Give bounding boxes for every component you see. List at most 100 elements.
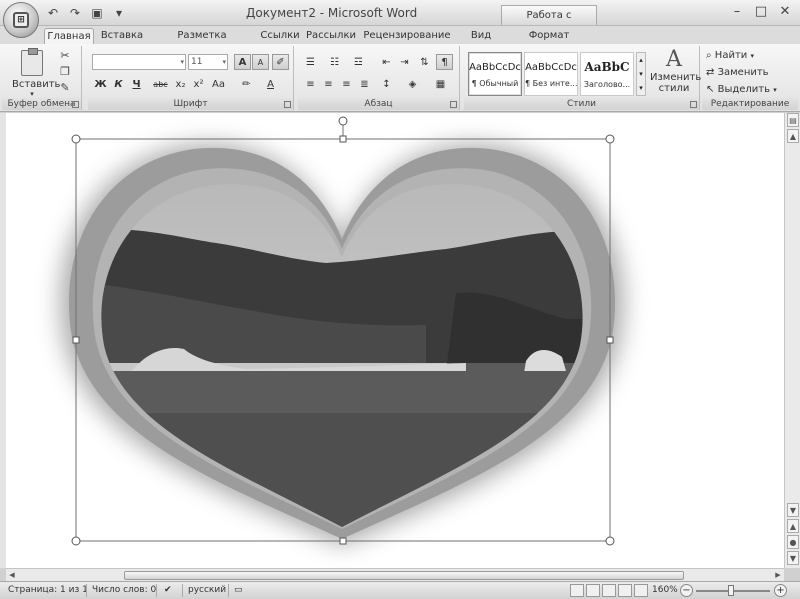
select-browse-object-icon[interactable]: ●: [787, 535, 799, 549]
resize-handle-ne[interactable]: [605, 134, 615, 144]
font-launcher-icon[interactable]: [284, 101, 291, 108]
tab-mailings[interactable]: Рассылки: [306, 28, 356, 44]
sort-icon[interactable]: ⇅: [416, 54, 433, 70]
style-no-spacing[interactable]: AaBbCcDc ¶ Без инте...: [524, 52, 578, 96]
office-button[interactable]: ⊞: [3, 2, 39, 38]
decrease-indent-icon[interactable]: ⇤: [378, 54, 395, 70]
multilevel-list-icon[interactable]: ☲: [350, 54, 367, 70]
styles-launcher-icon[interactable]: [690, 101, 697, 108]
change-styles-button[interactable]: A Изменить стили: [650, 48, 701, 95]
draft-view-icon[interactable]: [634, 584, 648, 597]
macro-recording-icon[interactable]: ▭: [234, 585, 243, 595]
italic-button[interactable]: К: [110, 76, 127, 92]
zoom-slider-thumb[interactable]: [728, 585, 734, 596]
zoom-in-icon[interactable]: +: [774, 584, 787, 597]
resize-handle-s[interactable]: [339, 537, 347, 545]
document-page[interactable]: [6, 113, 784, 568]
resize-handle-w[interactable]: [72, 336, 80, 344]
undo-icon[interactable]: ↶: [44, 5, 62, 21]
justify-icon[interactable]: ≣: [356, 76, 373, 92]
next-page-icon[interactable]: ▼: [787, 551, 799, 565]
vertical-scrollbar[interactable]: ▤ ▲ ▼ ▲ ● ▼: [784, 113, 800, 568]
maximize-icon[interactable]: □: [752, 4, 770, 20]
style-normal[interactable]: AaBbCcDc ¶ Обычный: [468, 52, 522, 96]
minimize-icon[interactable]: –: [728, 4, 746, 20]
bullets-icon[interactable]: ☰: [302, 54, 319, 70]
superscript-button[interactable]: x²: [190, 76, 207, 92]
paste-button[interactable]: Вставить ▾: [12, 48, 60, 98]
tab-review[interactable]: Рецензирование: [360, 28, 454, 44]
style-name: Заголово...: [583, 80, 631, 89]
shrink-font-button[interactable]: A: [252, 54, 269, 70]
outline-view-icon[interactable]: [618, 584, 632, 597]
ribbon-tabs: Главная Вставка Разметка страницы Ссылки…: [0, 26, 800, 57]
line-spacing-icon[interactable]: ↕: [378, 76, 395, 92]
show-formatting-button[interactable]: ¶: [436, 54, 453, 70]
font-size-combo[interactable]: 11 ▾: [188, 54, 228, 70]
cut-icon[interactable]: ✂: [58, 49, 72, 63]
select-icon: ↖: [706, 84, 715, 95]
strikethrough-button[interactable]: abc: [152, 76, 169, 92]
font-color-button[interactable]: A: [262, 76, 279, 92]
tab-insert[interactable]: Вставка: [98, 28, 146, 44]
scroll-down-icon[interactable]: ▼: [787, 503, 799, 517]
previous-page-icon[interactable]: ▲: [787, 519, 799, 533]
print-layout-view-icon[interactable]: [570, 584, 584, 597]
zoom-level[interactable]: 160%: [652, 585, 678, 595]
numbering-icon[interactable]: ☷: [326, 54, 343, 70]
copy-icon[interactable]: ❐: [58, 65, 72, 79]
horizontal-scroll-thumb[interactable]: [124, 571, 684, 580]
scroll-right-icon[interactable]: ▶: [772, 569, 784, 581]
full-screen-reading-view-icon[interactable]: [586, 584, 600, 597]
document-area[interactable]: [0, 113, 784, 568]
resize-handle-sw[interactable]: [71, 536, 81, 546]
align-left-icon[interactable]: ≡: [302, 76, 319, 92]
increase-indent-icon[interactable]: ⇥: [396, 54, 413, 70]
proofing-icon[interactable]: ✔: [164, 585, 172, 595]
zoom-out-icon[interactable]: −: [680, 584, 693, 597]
select-button[interactable]: ↖ Выделить ▾: [706, 84, 777, 95]
scroll-up-icon[interactable]: ▲: [787, 129, 799, 143]
borders-icon[interactable]: ▦: [432, 76, 449, 92]
word-count[interactable]: Число слов: 0: [92, 585, 156, 595]
redo-icon[interactable]: ↷: [66, 5, 84, 21]
align-right-icon[interactable]: ≡: [338, 76, 355, 92]
highlight-color-icon[interactable]: ✏: [238, 76, 255, 92]
resize-handle-se[interactable]: [605, 536, 615, 546]
style-heading[interactable]: AaBbC Заголово...: [580, 52, 634, 96]
horizontal-scrollbar[interactable]: ◀ ▶: [6, 568, 784, 581]
styles-gallery-scroll[interactable]: ▴ ▾ ▾: [636, 52, 646, 96]
language-indicator[interactable]: русский: [188, 585, 226, 595]
tab-references[interactable]: Ссылки: [258, 28, 302, 44]
close-icon[interactable]: ✕: [776, 4, 794, 20]
find-button[interactable]: ⌕ Найти ▾: [706, 50, 754, 61]
bold-button[interactable]: Ж: [92, 76, 109, 92]
replace-button[interactable]: ⇄ Заменить: [706, 67, 769, 78]
underline-button[interactable]: Ч: [128, 76, 145, 92]
subscript-button[interactable]: x₂: [172, 76, 189, 92]
change-case-button[interactable]: Aa: [210, 76, 227, 92]
align-center-icon[interactable]: ≡: [320, 76, 337, 92]
grow-font-button[interactable]: A: [234, 54, 251, 70]
tab-format[interactable]: Формат: [516, 28, 582, 44]
scroll-left-icon[interactable]: ◀: [6, 569, 18, 581]
tab-home[interactable]: Главная: [44, 28, 94, 44]
customize-qat-icon[interactable]: ▾: [110, 5, 128, 21]
shading-icon[interactable]: ◈: [404, 76, 421, 92]
font-name-combo[interactable]: ▾: [92, 54, 186, 70]
clear-formatting-icon[interactable]: ✐: [272, 54, 289, 70]
page-indicator[interactable]: Страница: 1 из 1: [8, 585, 88, 595]
paragraph-launcher-icon[interactable]: [450, 101, 457, 108]
web-layout-view-icon[interactable]: [602, 584, 616, 597]
resize-handle-n[interactable]: [339, 135, 347, 143]
resize-handle-nw[interactable]: [71, 134, 81, 144]
save-icon[interactable]: ▣: [88, 5, 106, 21]
tab-view[interactable]: Вид: [466, 28, 496, 44]
resize-handle-e[interactable]: [606, 336, 614, 344]
heart-picture[interactable]: [6, 113, 784, 568]
tab-page-layout[interactable]: Разметка страницы: [152, 28, 252, 57]
ruler-toggle-icon[interactable]: ▤: [787, 113, 799, 127]
clipboard-launcher-icon[interactable]: [72, 101, 79, 108]
format-painter-icon[interactable]: ✎: [58, 81, 72, 95]
rotate-handle[interactable]: [338, 116, 348, 126]
